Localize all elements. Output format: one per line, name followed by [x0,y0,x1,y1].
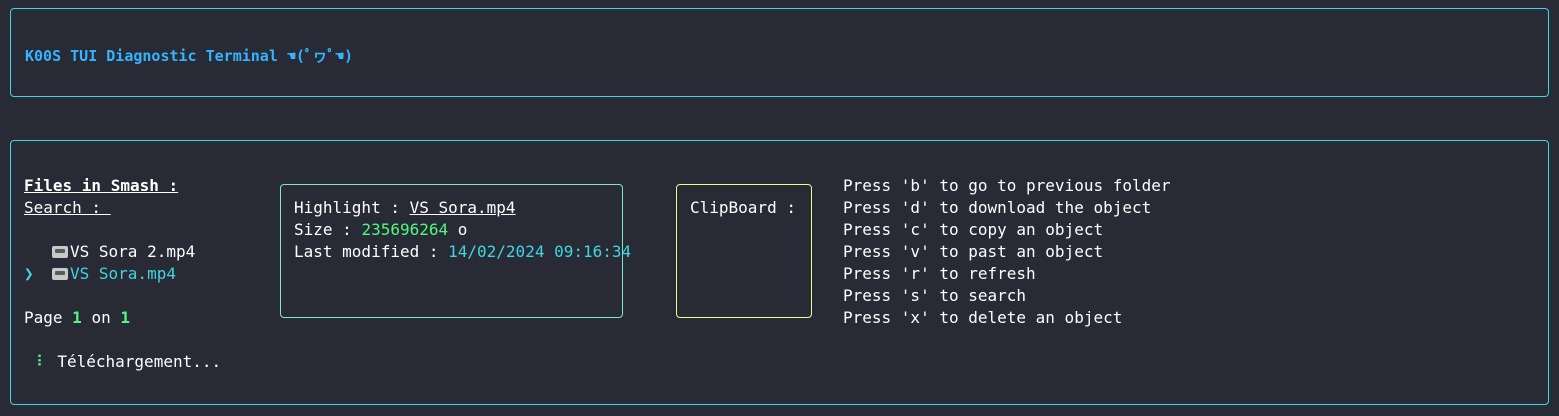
help-item: Press 'x' to delete an object [843,308,1123,327]
help-item: Press 'c' to copy an object [843,220,1104,239]
file-icon [52,268,68,280]
search-input[interactable]: Search : [24,197,111,219]
highlight-row: Highlight : VS Sora.mp4 [294,197,516,219]
main-panel: Files in Smash : Search : VS Sora 2.mp4 … [10,140,1549,405]
help-item: Press 'v' to past an object [843,242,1104,261]
details-panel: Highlight : VS Sora.mp4 Size : 235696264… [280,184,631,318]
cursor-icon: ❯ [24,264,34,283]
modified-label: Last modified : [294,242,449,261]
header-panel: K00S TUI Diagnostic Terminal ☚(ﾟヮﾟ☚) [10,8,1549,97]
size-label: Size : [294,220,362,239]
file-name: VS Sora.mp4 [70,264,176,283]
modified-value: 14/02/2024 09:16:34 [448,242,632,261]
app-title: K00S TUI Diagnostic Terminal ☚(ﾟヮﾟ☚) [25,47,354,65]
page-mid: on [81,308,121,327]
size-value: 235696264 [361,220,449,239]
spinner-icon: ⠇ [36,352,48,371]
size-row: Size : 235696264 o [294,219,467,241]
file-list-item[interactable]: VS Sora 2.mp4 [24,241,195,263]
page-current: 1 [72,308,82,327]
size-unit: o [448,220,468,239]
pagination: Page 1 on 1 [24,307,130,329]
help-item: Press 'r' to refresh [843,264,1036,283]
files-title: Files in Smash : [24,176,179,195]
help-item: Press 's' to search [843,286,1027,305]
help-item: Press 'b' to go to previous folder [843,176,1171,195]
highlight-value: VS Sora.mp4 [409,198,516,217]
download-status: ⠇ Téléchargement... [36,351,221,373]
modified-row: Last modified : 14/02/2024 09:16:34 [294,241,631,263]
help-item: Press 'd' to download the object [843,198,1152,217]
page-total: 1 [120,308,130,327]
file-icon [52,246,68,258]
clipboard-label: ClipBoard : [690,198,796,217]
highlight-label: Highlight : [294,198,410,217]
clipboard-panel: ClipBoard : [676,184,812,318]
page-prefix: Page [24,308,73,327]
file-name: VS Sora 2.mp4 [70,242,196,261]
file-list-item-selected[interactable]: ❯ VS Sora.mp4 [24,263,176,285]
status-text: Téléchargement... [57,352,222,371]
